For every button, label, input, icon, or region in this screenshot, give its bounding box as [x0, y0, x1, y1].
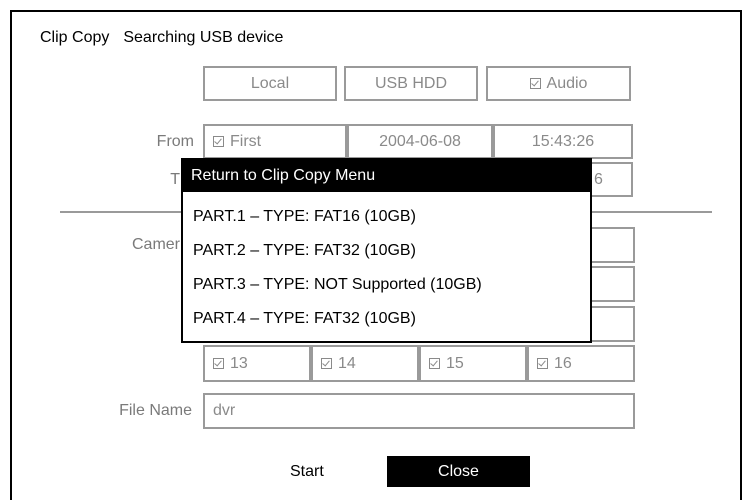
window-title: Clip Copy — [40, 29, 110, 46]
header: Clip Copy Searching USB device — [40, 29, 283, 47]
camera-row2-cell[interactable] — [586, 266, 635, 302]
checkbox-icon — [321, 358, 332, 369]
return-menu-item[interactable]: Return to Clip Copy Menu — [183, 160, 590, 192]
usb-hdd-label: USB HDD — [374, 74, 447, 92]
to-time-value: 6 — [594, 170, 603, 188]
camera-14-checkbox[interactable]: 14 — [311, 345, 419, 382]
checkbox-icon — [213, 358, 224, 369]
checkbox-icon — [213, 136, 224, 147]
camera-row3-cell[interactable] — [586, 306, 635, 342]
camera-16-checkbox[interactable]: 16 — [527, 345, 635, 382]
status-text: Searching USB device — [123, 29, 284, 46]
close-label: Close — [438, 462, 479, 480]
camera-15-label: 15 — [446, 354, 464, 372]
camera-13-checkbox[interactable]: 13 — [203, 345, 311, 382]
camera-13-label: 13 — [230, 354, 248, 372]
close-button[interactable]: Close — [387, 456, 530, 487]
camera-15-checkbox[interactable]: 15 — [419, 345, 527, 382]
usb-hdd-button[interactable]: USB HDD — [344, 66, 478, 101]
local-label: Local — [250, 74, 290, 92]
start-button[interactable]: Start — [290, 463, 324, 481]
camera-16-label: 16 — [554, 354, 572, 372]
from-time-field[interactable]: 15:43:26 — [493, 124, 633, 159]
from-time-value: 15:43:26 — [531, 132, 595, 150]
camera-row1-cell[interactable] — [586, 227, 635, 263]
usb-partition-menu: Return to Clip Copy Menu PART.1 – TYPE: … — [181, 158, 592, 343]
file-name-value: dvr — [213, 402, 236, 419]
file-name-label: File Name — [119, 402, 192, 419]
camera-14-label: 14 — [338, 354, 356, 372]
checkbox-icon — [529, 78, 541, 89]
partition-item[interactable]: PART.3 – TYPE: NOT Supported (10GB) — [193, 276, 482, 294]
local-button[interactable]: Local — [203, 66, 337, 101]
first-label: First — [230, 132, 262, 150]
audio-checkbox[interactable]: Audio — [486, 66, 631, 101]
partition-item[interactable]: PART.1 – TYPE: FAT16 (10GB) — [193, 208, 416, 226]
partition-item[interactable]: PART.2 – TYPE: FAT32 (10GB) — [193, 242, 416, 260]
checkbox-icon — [537, 358, 548, 369]
from-date-value: 2004-06-08 — [379, 132, 461, 150]
audio-label: Audio — [546, 74, 588, 92]
partition-item[interactable]: PART.4 – TYPE: FAT32 (10GB) — [193, 310, 416, 328]
from-first-checkbox[interactable]: First — [203, 124, 347, 159]
from-date-field[interactable]: 2004-06-08 — [347, 124, 493, 159]
to-label: T — [170, 171, 180, 188]
file-name-input[interactable]: dvr — [203, 393, 635, 429]
camera-label: Camer — [131, 236, 180, 253]
checkbox-icon — [429, 358, 440, 369]
from-label: From — [156, 133, 194, 150]
